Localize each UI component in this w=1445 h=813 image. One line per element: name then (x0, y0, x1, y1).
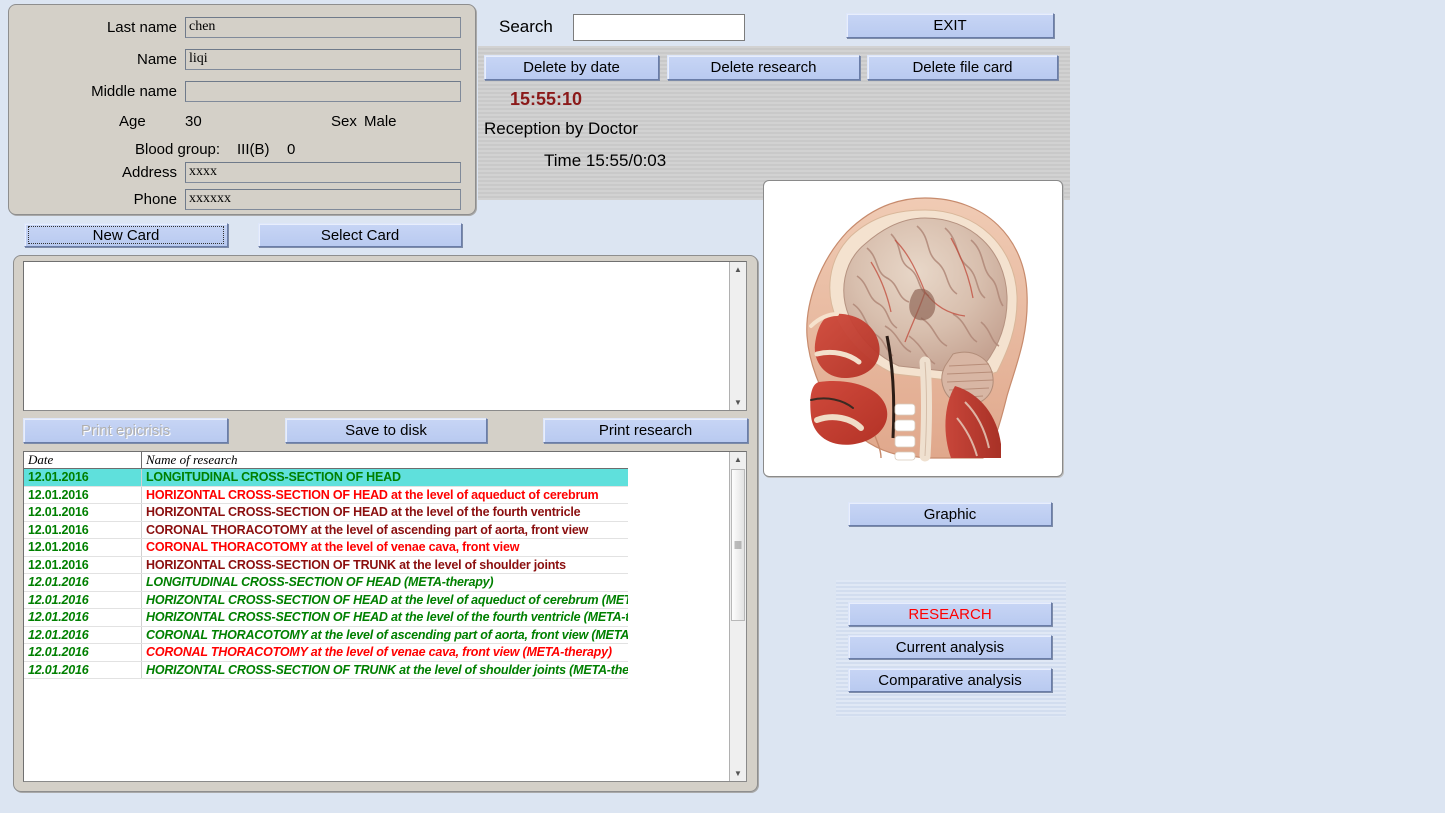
select-card-button[interactable]: Select Card (258, 223, 462, 247)
print-research-button[interactable]: Print research (543, 418, 748, 443)
row-research-name: HORIZONTAL CROSS-SECTION OF HEAD at the … (146, 505, 581, 520)
column-header-date: Date (24, 452, 142, 468)
row-date: 12.01.2016 (24, 556, 142, 573)
scroll-down-icon[interactable]: ▼ (730, 395, 746, 410)
research-rows-container: 12.01.2016 LONGITUDINAL CROSS-SECTION OF … (24, 469, 729, 679)
address-label: Address (121, 163, 177, 181)
row-research-name: LONGITUDINAL CROSS-SECTION OF HEAD (META… (146, 575, 494, 590)
sex-label: Sex (331, 113, 357, 130)
session-time-label: Time 15:55/0:03 (544, 151, 667, 170)
table-row[interactable]: 12.01.2016 HORIZONTAL CROSS-SECTION OF TR… (24, 661, 628, 679)
search-label: Search (499, 17, 553, 36)
search-input[interactable] (573, 14, 745, 41)
row-date: 12.01.2016 (24, 626, 142, 643)
row-date: 12.01.2016 (24, 644, 142, 661)
row-date: 12.01.2016 (24, 574, 142, 591)
research-button-label: RESEARCH (908, 605, 992, 623)
age-sex-row: Age 30 Sex Male (9, 113, 475, 135)
research-button[interactable]: RESEARCH (848, 602, 1052, 626)
row-date: 12.01.2016 (24, 661, 142, 678)
last-name-field[interactable]: chen (185, 16, 461, 38)
delete-by-date-button[interactable]: Delete by date (484, 55, 659, 80)
notes-scrollbar[interactable]: ▲ ▼ (729, 262, 746, 410)
blood-group-label: Blood group: (135, 141, 221, 158)
table-row[interactable]: 12.01.2016 CORONAL THORACOTOMY at the lev… (24, 644, 628, 662)
row-research-name: HORIZONTAL CROSS-SECTION OF TRUNK at the… (146, 662, 628, 677)
research-list-scrollbar[interactable]: ▲ ▼ (729, 452, 746, 781)
row-research-name: HORIZONTAL CROSS-SECTION OF HEAD at the … (146, 610, 628, 625)
row-date: 12.01.2016 (24, 521, 142, 538)
table-row[interactable]: 12.01.2016 CORONAL THORACOTOMY at the lev… (24, 539, 628, 557)
row-date: 12.01.2016 (24, 486, 142, 503)
column-header-name: Name of research (146, 452, 238, 467)
graphic-button[interactable]: Graphic (848, 502, 1052, 526)
address-row: Address xxxx (9, 160, 475, 184)
name-field[interactable]: liqi (185, 48, 461, 70)
notes-text[interactable] (24, 262, 729, 410)
research-list-body[interactable]: Date Name of research 12.01.2016 LONGITUD… (24, 452, 729, 781)
phone-row: Phone xxxxxx (9, 187, 475, 211)
table-row[interactable]: 12.01.2016 HORIZONTAL CROSS-SECTION OF HE… (24, 591, 628, 609)
research-list[interactable]: Date Name of research 12.01.2016 LONGITUD… (23, 451, 747, 782)
table-row[interactable]: 12.01.2016 HORIZONTAL CROSS-SECTION OF HE… (24, 486, 628, 504)
delete-file-card-button[interactable]: Delete file card (867, 55, 1058, 80)
scroll-up-icon[interactable]: ▲ (730, 452, 746, 467)
new-card-button[interactable]: New Card (24, 223, 228, 247)
patient-info-panel: Last name chen Name liqi Middle name Age… (8, 4, 476, 215)
address-field[interactable]: xxxx (185, 161, 461, 183)
scroll-down-icon[interactable]: ▼ (730, 766, 746, 781)
save-to-disk-button[interactable]: Save to disk (285, 418, 487, 443)
sagittal-head-cross-section-image (775, 186, 1051, 471)
table-row[interactable]: 12.01.2016 CORONAL THORACOTOMY at the lev… (24, 626, 628, 644)
table-row[interactable]: 12.01.2016 HORIZONTAL CROSS-SECTION OF HE… (24, 504, 628, 522)
blood-group-value: III(B) (237, 141, 270, 158)
scrollbar-grip-icon (734, 541, 742, 549)
last-name-label: Last name (106, 18, 177, 36)
current-analysis-button[interactable]: Current analysis (848, 635, 1052, 659)
row-date: 12.01.2016 (24, 469, 142, 486)
row-research-name: HORIZONTAL CROSS-SECTION OF TRUNK at the… (146, 557, 566, 572)
row-research-name: CORONAL THORACOTOMY at the level of asce… (146, 627, 628, 642)
sex-value: Male (364, 113, 397, 130)
table-row[interactable]: 12.01.2016 LONGITUDINAL CROSS-SECTION OF … (24, 469, 628, 487)
scroll-up-icon[interactable]: ▲ (730, 262, 746, 277)
table-row[interactable]: 12.01.2016 HORIZONTAL CROSS-SECTION OF HE… (24, 609, 628, 627)
table-row[interactable]: 12.01.2016 HORIZONTAL CROSS-SECTION OF TR… (24, 556, 628, 574)
print-epicrisis-button: Print epicrisis (23, 418, 228, 443)
row-research-name: HORIZONTAL CROSS-SECTION OF HEAD at the … (146, 592, 628, 607)
name-label: Name (136, 50, 177, 68)
scrollbar-thumb[interactable] (731, 469, 745, 621)
anatomy-image-panel[interactable] (763, 180, 1063, 477)
row-research-name: CORONAL THORACOTOMY at the level of vena… (146, 540, 520, 555)
row-research-name: HORIZONTAL CROSS-SECTION OF HEAD at the … (146, 487, 599, 502)
table-row[interactable]: 12.01.2016 LONGITUDINAL CROSS-SECTION OF … (24, 574, 628, 592)
middle-name-row: Middle name (9, 79, 475, 103)
notes-textarea[interactable]: ▲ ▼ (23, 261, 747, 411)
row-date: 12.01.2016 (24, 609, 142, 626)
reception-label: Reception by Doctor (484, 119, 639, 138)
row-research-name: LONGITUDINAL CROSS-SECTION OF HEAD (146, 470, 401, 485)
middle-name-label: Middle name (91, 82, 177, 100)
phone-field[interactable]: xxxxxx (185, 188, 461, 210)
phone-label: Phone (133, 190, 177, 208)
name-row: Name liqi (9, 47, 475, 71)
row-date: 12.01.2016 (24, 539, 142, 556)
row-research-name: CORONAL THORACOTOMY at the level of vena… (146, 645, 612, 660)
research-list-header: Date Name of research (24, 452, 628, 469)
row-date: 12.01.2016 (24, 591, 142, 608)
row-research-name: CORONAL THORACOTOMY at the level of asce… (146, 522, 589, 537)
middle-name-field[interactable] (185, 80, 461, 102)
row-date: 12.01.2016 (24, 504, 142, 521)
rh-factor-value: 0 (287, 141, 296, 158)
clock-display: 15:55:10 (510, 89, 583, 109)
exit-button[interactable]: EXIT (846, 13, 1054, 38)
last-name-row: Last name chen (9, 15, 475, 39)
table-row[interactable]: 12.01.2016 CORONAL THORACOTOMY at the lev… (24, 521, 628, 539)
comparative-analysis-button[interactable]: Comparative analysis (848, 668, 1052, 692)
delete-research-button[interactable]: Delete research (667, 55, 860, 80)
age-label: Age (119, 113, 146, 130)
age-value: 30 (185, 113, 202, 130)
